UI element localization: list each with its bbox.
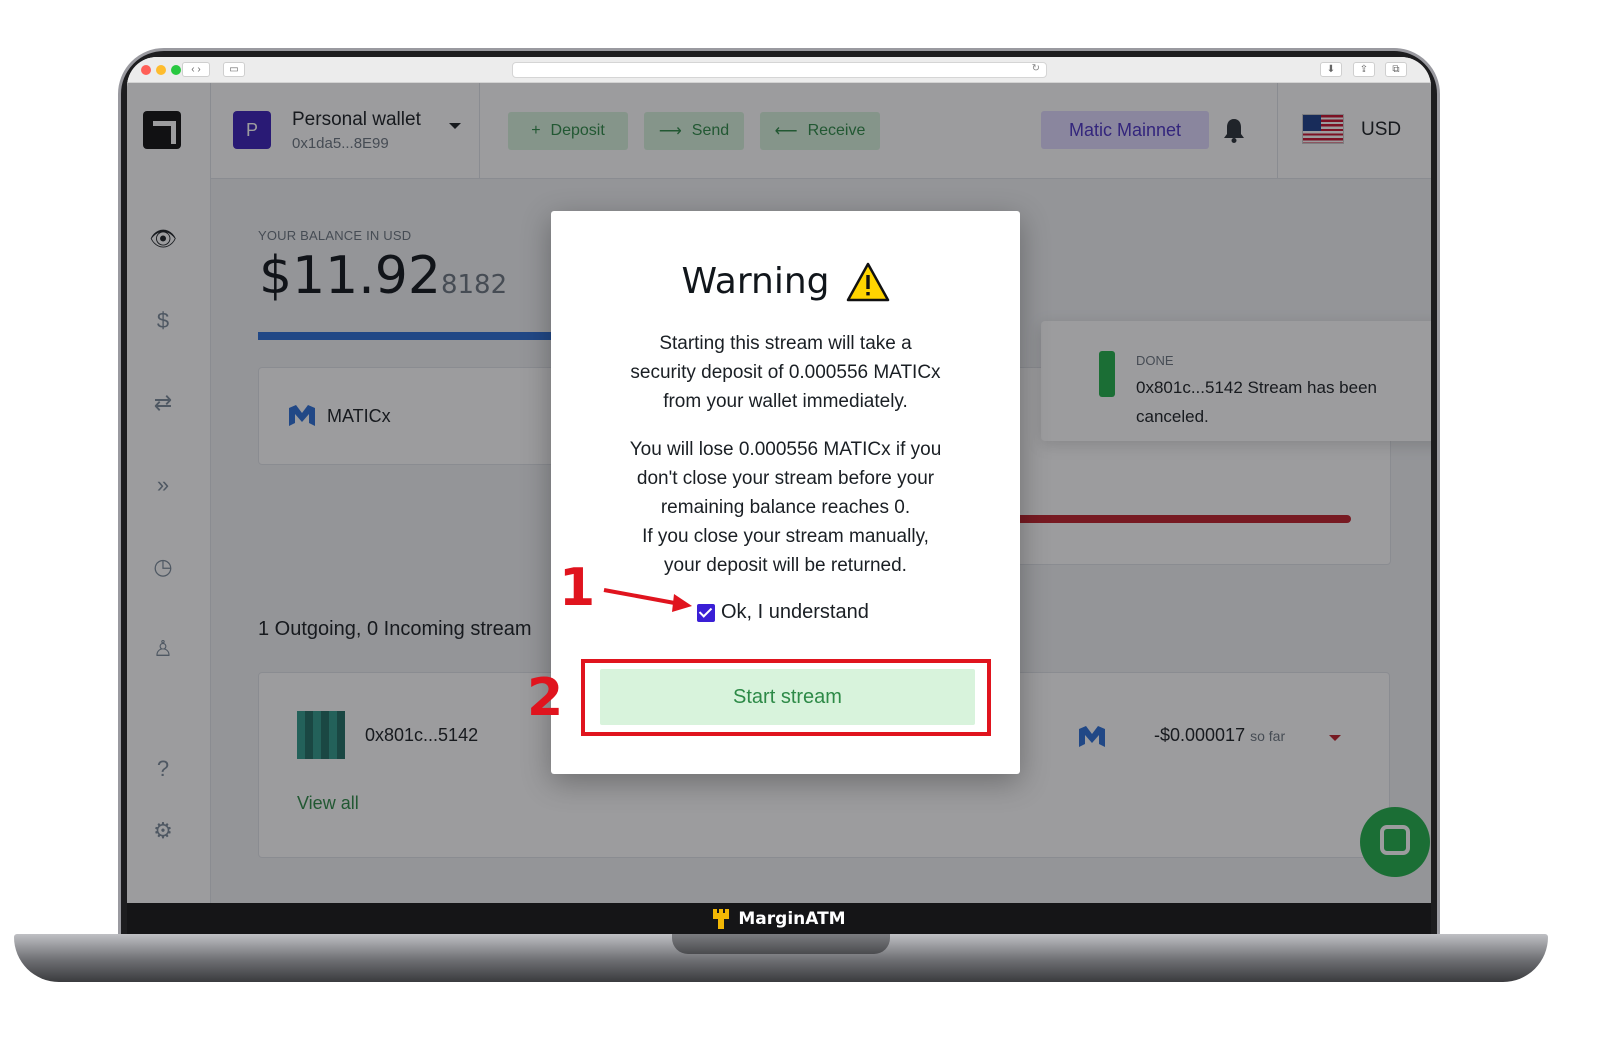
sidebar-toggle-icon[interactable]: ▭	[223, 62, 245, 77]
understand-checkbox-row[interactable]: Ok, I understand	[697, 601, 869, 624]
close-window-button[interactable]	[141, 65, 151, 75]
browser-toolbar: ‹ › ▭ ↻ ⬇ ⇪ ⧉	[127, 57, 1431, 83]
minimize-window-button[interactable]	[156, 65, 166, 75]
annotation-arrow-icon	[603, 588, 692, 612]
annotation-highlight-box	[581, 659, 991, 736]
download-icon[interactable]: ⬇	[1320, 62, 1342, 77]
annotation-step-1: 1	[559, 558, 596, 618]
address-bar[interactable]: ↻	[512, 62, 1047, 78]
tabs-icon[interactable]: ⧉	[1385, 62, 1407, 77]
bezel-brand-bar: MarginATM	[127, 903, 1431, 934]
modal-paragraph-2: You will lose 0.000556 MATICx if you don…	[629, 439, 942, 576]
margin-atm-logo-icon	[713, 908, 730, 929]
zoom-window-button[interactable]	[171, 65, 181, 75]
modal-title-text: Warning	[681, 261, 830, 302]
understand-checkbox-label: Ok, I understand	[721, 601, 869, 623]
share-icon[interactable]: ⇪	[1353, 62, 1375, 77]
modal-paragraph-1: Starting this stream will take a securit…	[630, 333, 941, 412]
modal-title: Warning	[551, 261, 1020, 302]
laptop-notch	[672, 934, 890, 954]
warning-triangle-icon	[846, 262, 889, 301]
reload-icon[interactable]: ↻	[1032, 63, 1040, 74]
bezel-brand-text: MarginATM	[738, 908, 846, 929]
understand-checkbox[interactable]	[697, 603, 715, 622]
back-forward-icon[interactable]: ‹ ›	[182, 62, 210, 77]
annotation-step-2: 2	[527, 668, 564, 728]
stage: ‹ › ▭ ↻ ⬇ ⇪ ⧉ 👁 $ ⇄ » ◷ ♙ ? ⚙ P Personal…	[0, 0, 1600, 1061]
